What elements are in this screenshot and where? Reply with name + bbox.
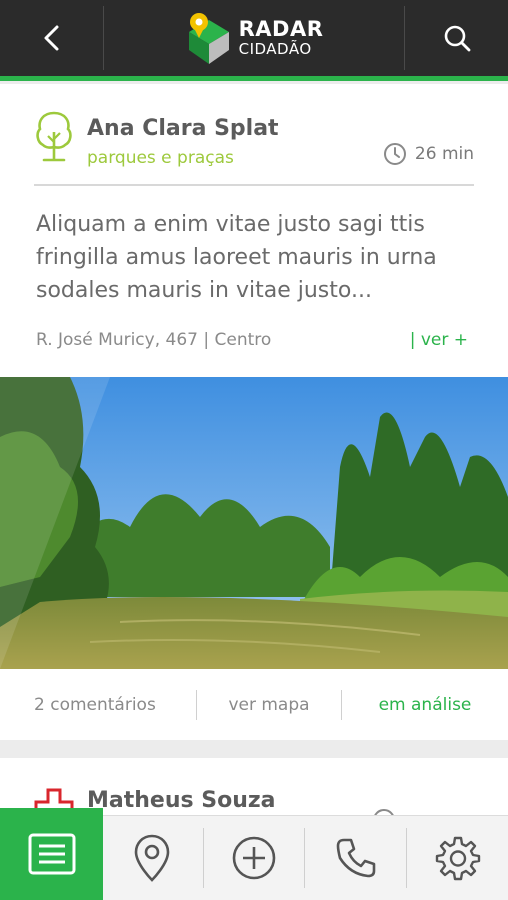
list-icon — [28, 833, 75, 875]
comments-link[interactable]: 2 comentários — [0, 695, 196, 715]
clock-icon — [383, 143, 406, 165]
view-map-link[interactable]: ver mapa — [197, 695, 341, 715]
nav-map-button[interactable] — [102, 816, 203, 900]
add-icon — [232, 836, 276, 880]
nav-feed-active-button[interactable] — [0, 808, 103, 900]
search-icon — [444, 25, 470, 52]
logo-subtitle: CIDADÃO — [238, 40, 312, 58]
card-divider — [34, 184, 474, 186]
nav-add-button[interactable] — [204, 816, 305, 900]
header-accent-bar — [0, 76, 508, 81]
radar-logo-icon — [188, 13, 229, 64]
phone-icon — [336, 838, 376, 878]
back-button[interactable] — [0, 0, 103, 76]
nav-settings-button[interactable] — [407, 816, 508, 900]
app-logo: RADAR CIDADÃO — [104, 0, 404, 76]
logo-title: RADAR — [238, 17, 324, 41]
map-pin-icon — [134, 834, 170, 882]
see-more-link[interactable]: | ver + — [410, 330, 468, 350]
post-description: Aliquam a enim vitae justo sagi ttis fri… — [36, 212, 437, 303]
post-time: 26 min — [383, 142, 474, 166]
report-card[interactable]: Ana Clara Splat parques e praças 26 min … — [0, 84, 508, 740]
app-header: RADAR CIDADÃO — [0, 0, 508, 76]
gear-icon — [435, 836, 480, 881]
author-name[interactable]: Ana Clara Splat — [87, 116, 279, 141]
chevron-left-icon — [44, 25, 58, 51]
card-header: Ana Clara Splat parques e praças 26 min — [34, 110, 474, 170]
author-name[interactable]: Matheus Souza — [87, 788, 276, 813]
card-footer: 2 comentários ver mapa em análise — [0, 669, 508, 740]
search-button[interactable] — [405, 0, 508, 76]
nav-phone-button[interactable] — [305, 816, 406, 900]
post-photo[interactable] — [0, 377, 508, 669]
tree-icon — [36, 111, 72, 162]
park-photo-image — [0, 377, 508, 669]
status-badge: em análise — [378, 694, 472, 715]
category-label: parques e praças — [87, 148, 234, 168]
time-label: 26 min — [414, 144, 474, 164]
post-address: R. José Muricy, 467 | Centro — [36, 330, 272, 350]
